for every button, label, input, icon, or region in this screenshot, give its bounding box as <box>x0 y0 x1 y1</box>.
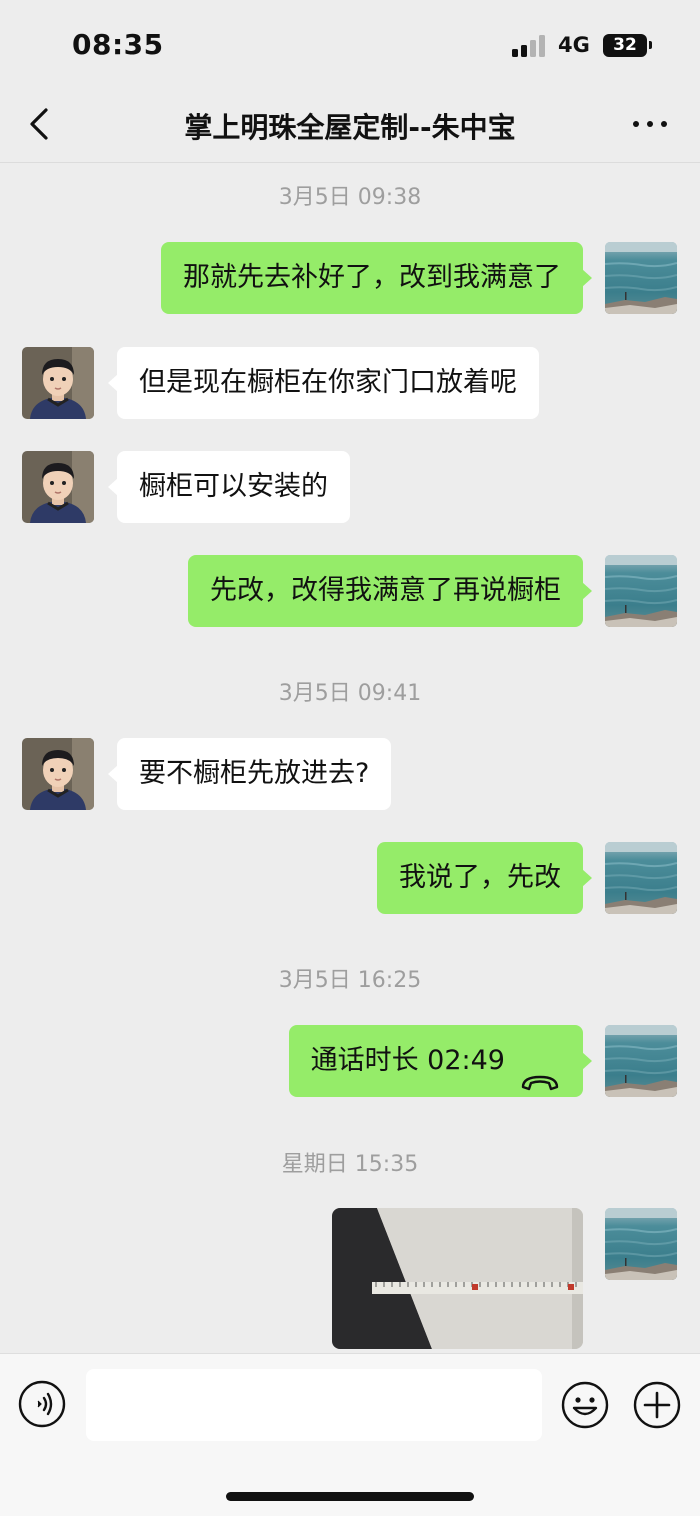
my-avatar[interactable] <box>605 242 677 314</box>
message-timestamp: 3月5日 09:41 <box>278 681 422 706</box>
status-time: 08:35 <box>72 28 164 61</box>
more-options-icon[interactable] <box>628 110 672 138</box>
signal-icon <box>512 35 546 57</box>
outgoing-message[interactable]: 先改，改得我满意了再说橱柜 <box>188 555 592 627</box>
my-avatar[interactable] <box>605 842 677 914</box>
phone-hangup-icon <box>519 1050 561 1090</box>
message-input[interactable] <box>86 1369 542 1441</box>
call-duration-text: 通话时长 02:49 <box>310 1045 505 1076</box>
contact-avatar[interactable] <box>22 347 94 419</box>
more-functions-icon[interactable] <box>632 1380 682 1430</box>
chat-title: 掌上明珠全屋定制--朱中宝 <box>184 111 516 144</box>
message-timestamp: 星期日 15:35 <box>281 1152 419 1177</box>
message-list[interactable]: 3月5日 09:38 那就先去补好了，改到我满意了 但是现在橱柜在你家门口放着呢… <box>0 163 700 1353</box>
my-avatar[interactable] <box>605 555 677 627</box>
battery-cap <box>649 41 652 49</box>
call-record-message[interactable]: 通话时长 02:49 <box>288 1025 593 1097</box>
incoming-message[interactable]: 要不橱柜先放进去? <box>107 738 392 810</box>
outgoing-message[interactable]: 我说了，先改 <box>377 842 592 914</box>
message-timestamp: 3月5日 09:38 <box>278 185 422 210</box>
contact-avatar[interactable] <box>22 451 94 523</box>
my-avatar[interactable] <box>605 1025 677 1097</box>
status-bar: 08:35 4G 32 <box>0 0 700 90</box>
incoming-message[interactable]: 橱柜可以安装的 <box>108 451 350 523</box>
voice-input-icon[interactable] <box>18 1380 66 1428</box>
back-icon[interactable] <box>22 104 58 144</box>
message-timestamp: 3月5日 16:25 <box>278 968 422 993</box>
network-type: 4G <box>558 33 590 57</box>
outgoing-message[interactable]: 那就先去补好了，改到我满意了 <box>161 242 592 314</box>
contact-avatar[interactable] <box>22 738 94 810</box>
emoji-icon[interactable] <box>560 1380 610 1430</box>
image-message[interactable] <box>332 1208 583 1349</box>
my-avatar[interactable] <box>605 1208 677 1280</box>
chat-header: 掌上明珠全屋定制--朱中宝 <box>0 90 700 162</box>
incoming-message[interactable]: 但是现在橱柜在你家门口放着呢 <box>108 347 539 419</box>
input-bar <box>0 1353 700 1516</box>
battery-icon: 32 <box>603 34 647 57</box>
home-indicator[interactable] <box>226 1492 474 1501</box>
